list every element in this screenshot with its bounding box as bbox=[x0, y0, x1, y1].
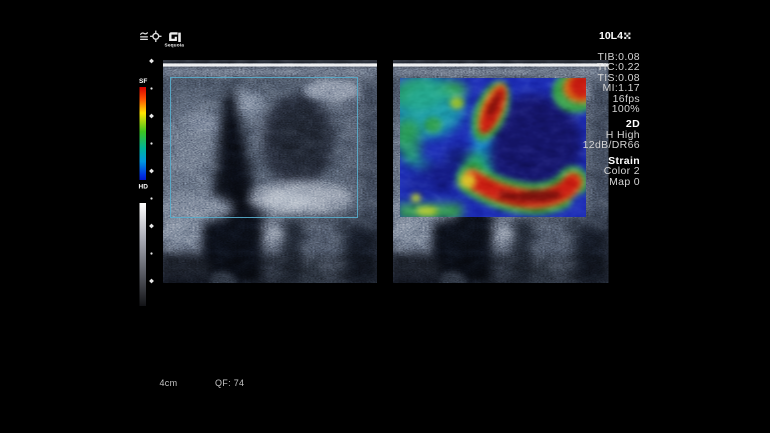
svg-text:SF: SF bbox=[139, 78, 147, 85]
svg-text:HD: HD bbox=[139, 184, 149, 191]
svg-text:Sequoia: Sequoia bbox=[165, 42, 185, 48]
